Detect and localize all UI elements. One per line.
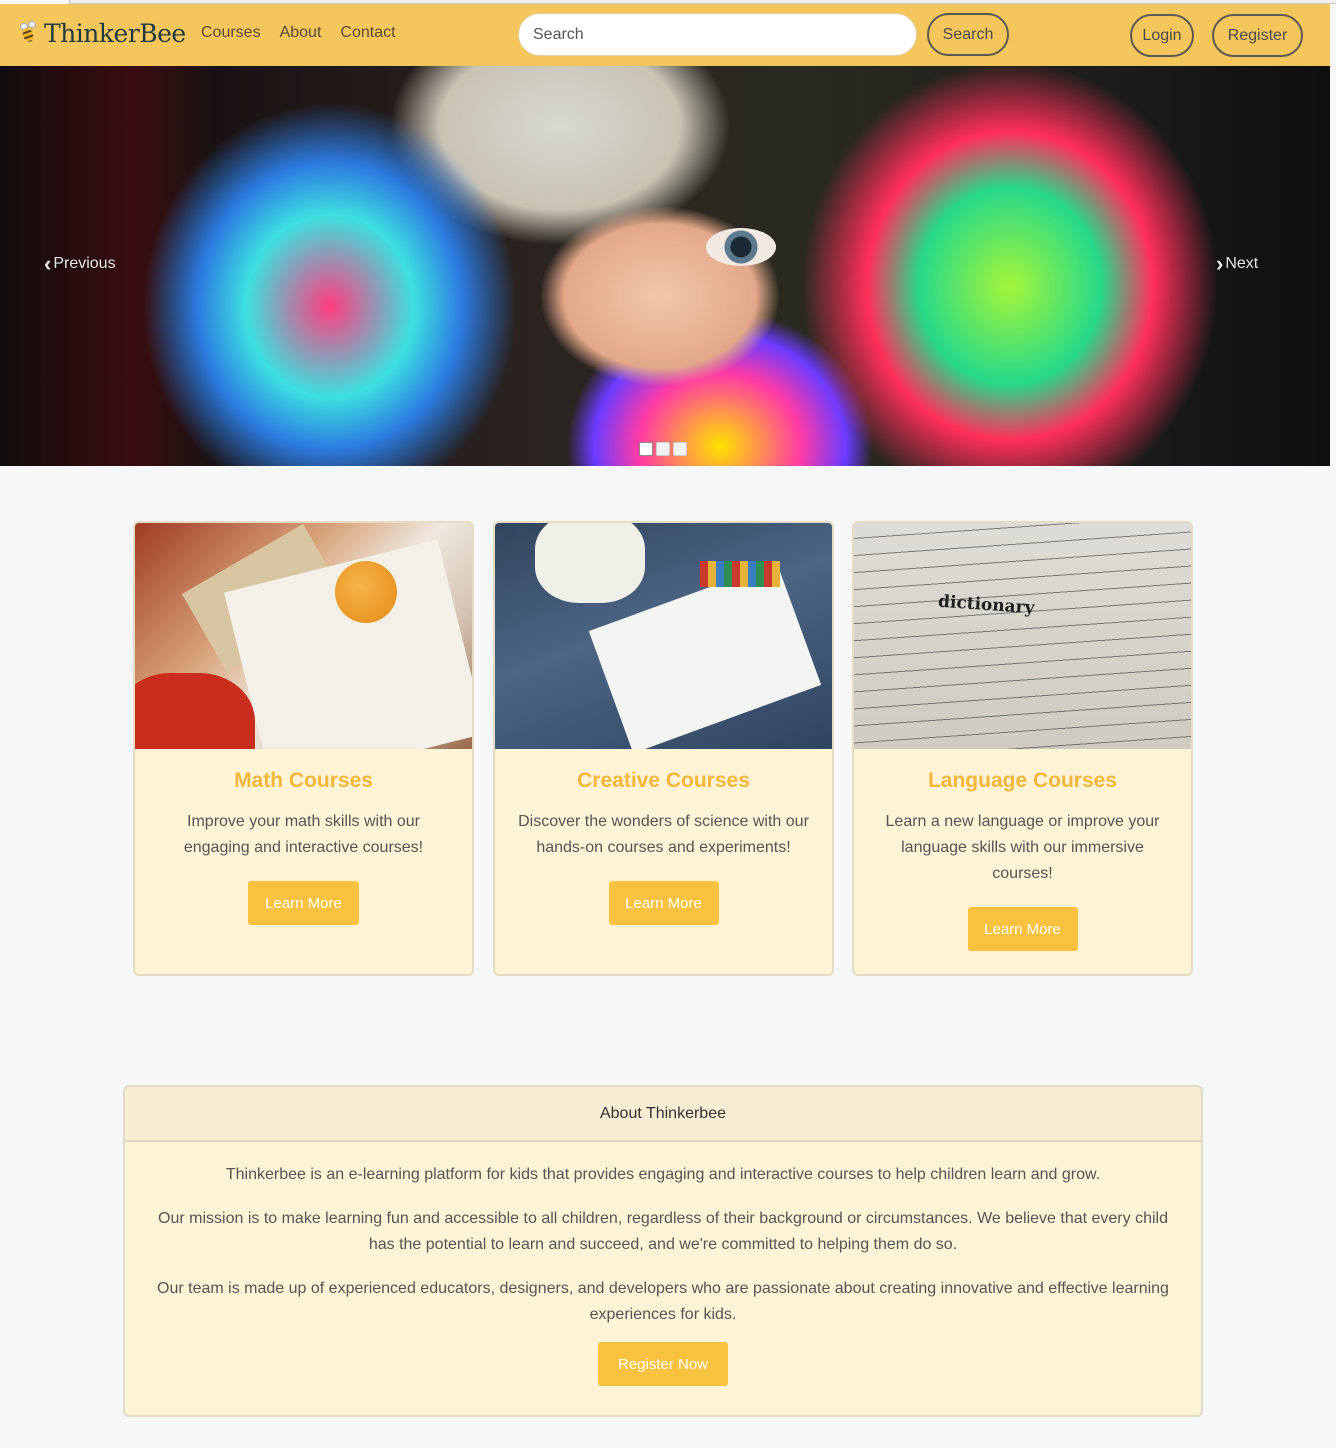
brand-name[interactable]: ThinkerBee <box>44 19 186 48</box>
card-title: Language Courses <box>927 769 1118 792</box>
math-course-image <box>135 523 472 749</box>
about-body: Thinkerbee is an e-learning platform for… <box>125 1142 1201 1386</box>
carousel-next-label: Next <box>1225 255 1259 272</box>
search-input[interactable] <box>518 13 917 56</box>
register-now-button[interactable]: Register Now <box>598 1342 728 1386</box>
about-section: About Thinkerbee Thinkerbee is an e-lear… <box>123 1085 1203 1417</box>
course-card-math: Math Courses Improve your math skills wi… <box>133 521 474 976</box>
carousel-image-eye <box>706 228 776 266</box>
learn-more-button[interactable]: Learn More <box>608 881 719 925</box>
card-body: Language Courses Learn a new language or… <box>854 749 1191 951</box>
card-text: Learn a new language or improve your lan… <box>885 813 1160 882</box>
chevron-left-icon: ‹ <box>44 251 52 276</box>
login-button[interactable]: Login <box>1130 14 1194 57</box>
card-body: Creative Courses Discover the wonders of… <box>495 749 832 925</box>
card-text: Discover the wonders of science with our… <box>518 813 809 856</box>
carousel-indicator[interactable] <box>639 442 653 456</box>
nav-links: Courses About Contact <box>201 24 396 42</box>
about-paragraph: Our mission is to make learning fun and … <box>158 1210 1168 1253</box>
image-detail <box>135 673 255 749</box>
carousel-previous-button[interactable]: ‹ Previous <box>44 253 116 275</box>
chevron-right-icon: › <box>1216 251 1224 276</box>
nav-link-about[interactable]: About <box>280 24 322 42</box>
creative-course-image <box>495 523 832 749</box>
carousel-indicator[interactable] <box>673 442 687 456</box>
bee-icon <box>18 18 40 48</box>
card-body: Math Courses Improve your math skills wi… <box>135 749 472 925</box>
image-detail <box>854 523 1191 749</box>
card-text: Improve your math skills with our engagi… <box>183 813 424 856</box>
course-card-language: dictionary Language Courses Learn a new … <box>852 521 1193 976</box>
nav-link-courses[interactable]: Courses <box>201 24 261 42</box>
card-title: Creative Courses <box>577 769 750 792</box>
language-course-image: dictionary <box>854 523 1191 749</box>
learn-more-button[interactable]: Learn More <box>248 881 359 925</box>
search-button[interactable]: Search <box>927 13 1009 56</box>
nav-link-contact[interactable]: Contact <box>340 24 395 42</box>
about-paragraph: Our team is made up of experienced educa… <box>157 1280 1169 1323</box>
carousel-indicator[interactable] <box>656 442 670 456</box>
navbar: ThinkerBee Courses About Contact Search … <box>0 4 1330 66</box>
brand[interactable]: ThinkerBee <box>18 18 186 48</box>
image-detail <box>700 561 780 587</box>
carousel-previous-label: Previous <box>53 255 116 272</box>
carousel-next-button[interactable]: › Next <box>1216 253 1258 275</box>
learn-more-button[interactable]: Learn More <box>967 907 1078 951</box>
bee-body <box>20 26 36 44</box>
image-detail <box>335 561 397 623</box>
carousel-indicators <box>639 442 687 456</box>
bee-wing <box>28 21 36 28</box>
about-header: About Thinkerbee <box>125 1087 1201 1142</box>
image-detail <box>535 523 645 603</box>
card-title: Math Courses <box>234 769 373 792</box>
course-card-creative: Creative Courses Discover the wonders of… <box>493 521 834 976</box>
about-paragraph: Thinkerbee is an e-learning platform for… <box>225 1166 1101 1183</box>
hero-carousel: ‹ Previous › Next <box>0 66 1330 466</box>
register-button[interactable]: Register <box>1212 14 1303 57</box>
